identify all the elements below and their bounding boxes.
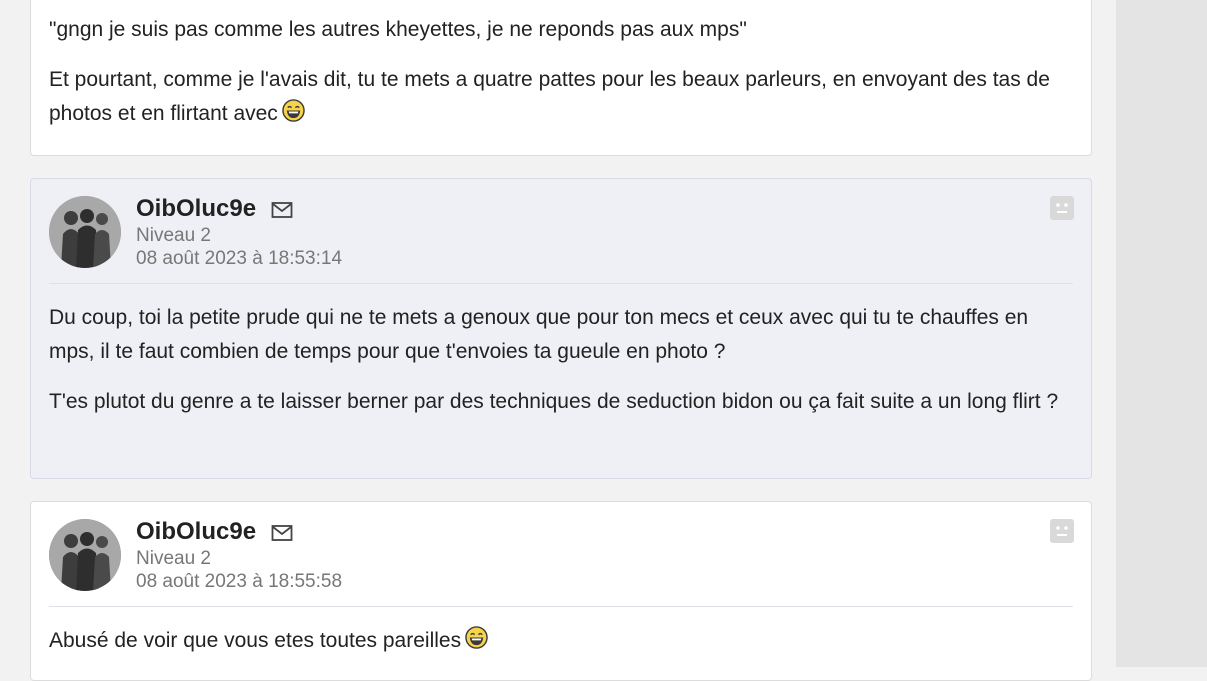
post-paragraph: Et pourtant, comme je l'avais dit, tu te… <box>49 63 1061 131</box>
report-icon[interactable] <box>1050 519 1074 543</box>
post-paragraph-text: Et pourtant, comme je l'avais dit, tu te… <box>49 68 1050 125</box>
envelope-icon[interactable] <box>271 201 293 219</box>
envelope-icon[interactable] <box>271 524 293 542</box>
laughing-smiley-icon <box>282 99 305 122</box>
avatar[interactable] <box>49 519 121 591</box>
avatar[interactable] <box>49 196 121 268</box>
forum-post: OibOluc9e Niveau 2 08 août 2023 à 18:55:… <box>30 501 1092 681</box>
post-body: Du coup, toi la petite prude qui ne te m… <box>49 301 1075 435</box>
post-paragraph: Abusé de voir que vous etes toutes parei… <box>49 624 1075 658</box>
laughing-smiley-icon <box>465 626 488 649</box>
forum-post: OibOluc9e Niveau 2 08 août 2023 à 18:53:… <box>30 178 1092 479</box>
post-divider <box>49 283 1073 284</box>
post-paragraph-text: Abusé de voir que vous etes toutes parei… <box>49 629 462 652</box>
right-sidebar-gutter <box>1116 0 1207 667</box>
post-author[interactable]: OibOluc9e <box>136 518 256 546</box>
post-date[interactable]: 08 août 2023 à 18:53:14 <box>136 248 342 270</box>
post-author[interactable]: OibOluc9e <box>136 195 256 223</box>
post-paragraph: "gngn je suis pas comme les autres kheye… <box>49 18 747 41</box>
forum-post: "gngn je suis pas comme les autres kheye… <box>30 0 1092 156</box>
post-divider <box>49 606 1073 607</box>
post-paragraph: T'es plutot du genre a te laisser berner… <box>49 390 1059 413</box>
post-date[interactable]: 08 août 2023 à 18:55:58 <box>136 571 342 593</box>
author-level: Niveau 2 <box>136 548 211 569</box>
post-body: "gngn je suis pas comme les autres kheye… <box>49 13 1061 147</box>
post-paragraph: Du coup, toi la petite prude qui ne te m… <box>49 306 1029 363</box>
author-level: Niveau 2 <box>136 225 211 246</box>
report-icon[interactable] <box>1050 196 1074 220</box>
